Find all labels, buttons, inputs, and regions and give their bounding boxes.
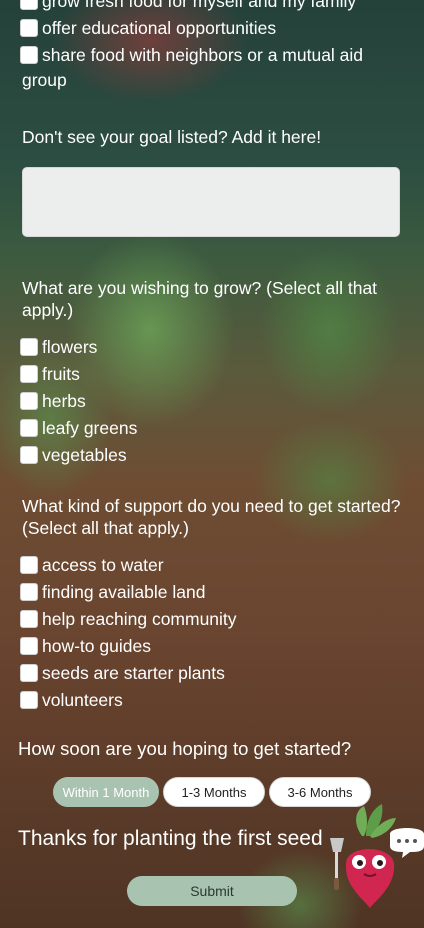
- submit-button[interactable]: Submit: [127, 876, 297, 906]
- support-option-label: help reaching community: [42, 608, 237, 629]
- checkbox[interactable]: [20, 418, 38, 437]
- checkbox[interactable]: [20, 663, 38, 682]
- grow-option[interactable]: flowers: [20, 333, 420, 360]
- support-option-label: how-to guides: [42, 635, 151, 656]
- goal-option-label: share food with neighbors or a mutual ai…: [42, 44, 364, 65]
- checkbox[interactable]: [20, 555, 38, 574]
- checkbox[interactable]: [20, 0, 38, 10]
- custom-goal-input[interactable]: [22, 167, 400, 237]
- checkbox[interactable]: [20, 636, 38, 655]
- checkbox[interactable]: [20, 582, 38, 601]
- checkbox[interactable]: [20, 690, 38, 709]
- grow-option[interactable]: herbs: [20, 387, 420, 414]
- trowel-icon: [330, 838, 344, 890]
- support-question: What kind of support do you need to get …: [22, 496, 401, 538]
- grow-option-label: flowers: [42, 336, 98, 357]
- goal-option[interactable]: offer educational opportunities: [20, 14, 420, 41]
- goal-option-label-wrap: group: [22, 70, 67, 90]
- grow-question: What are you wishing to grow? (Select al…: [22, 278, 378, 320]
- beet-mascot-icon[interactable]: [326, 802, 424, 912]
- grow-option-label: leafy greens: [42, 417, 138, 438]
- support-option-label: finding available land: [42, 581, 206, 602]
- checkbox[interactable]: [20, 609, 38, 628]
- goal-option[interactable]: share food with neighbors or a mutual ai…: [20, 41, 420, 68]
- support-option[interactable]: finding available land: [20, 578, 420, 605]
- support-options: access to water finding available land h…: [20, 551, 420, 713]
- support-option[interactable]: access to water: [20, 551, 420, 578]
- timing-question: How soon are you hoping to get started?: [18, 738, 352, 759]
- support-option[interactable]: how-to guides: [20, 632, 420, 659]
- grow-option-label: herbs: [42, 390, 86, 411]
- goal-option-label: offer educational opportunities: [42, 17, 277, 38]
- checkbox[interactable]: [20, 391, 38, 410]
- support-option-label: volunteers: [42, 689, 123, 710]
- support-option-label: seeds are starter plants: [42, 662, 225, 683]
- grow-option-label: vegetables: [42, 444, 127, 465]
- chat-bubble-icon: [390, 828, 424, 858]
- goal-option[interactable]: grow fresh food for myself and my family: [20, 0, 420, 14]
- support-option[interactable]: help reaching community: [20, 605, 420, 632]
- checkbox[interactable]: [20, 445, 38, 464]
- support-option[interactable]: seeds are starter plants: [20, 659, 420, 686]
- checkbox[interactable]: [20, 18, 38, 37]
- checkbox[interactable]: [20, 45, 38, 64]
- grow-option[interactable]: vegetables: [20, 441, 420, 468]
- custom-goal-question: Don't see your goal listed? Add it here!: [22, 127, 322, 147]
- grow-options: flowers fruits herbs leafy greens vegeta…: [20, 333, 420, 468]
- grow-option[interactable]: fruits: [20, 360, 420, 387]
- support-option-label: access to water: [42, 554, 164, 575]
- goal-option-label: grow fresh food for myself and my family: [42, 0, 357, 11]
- timing-option-1-3-months[interactable]: 1-3 Months: [163, 777, 265, 807]
- grow-option-label: fruits: [42, 363, 80, 384]
- beet-leaves: [356, 804, 396, 838]
- grow-option[interactable]: leafy greens: [20, 414, 420, 441]
- checkbox[interactable]: [20, 337, 38, 356]
- goal-options: grow fresh food for myself and my family…: [20, 0, 420, 68]
- thanks-message: Thanks for planting the first seed: [18, 827, 323, 850]
- support-option[interactable]: volunteers: [20, 686, 420, 713]
- checkbox[interactable]: [20, 364, 38, 383]
- timing-option-within-1-month[interactable]: Within 1 Month: [53, 777, 159, 807]
